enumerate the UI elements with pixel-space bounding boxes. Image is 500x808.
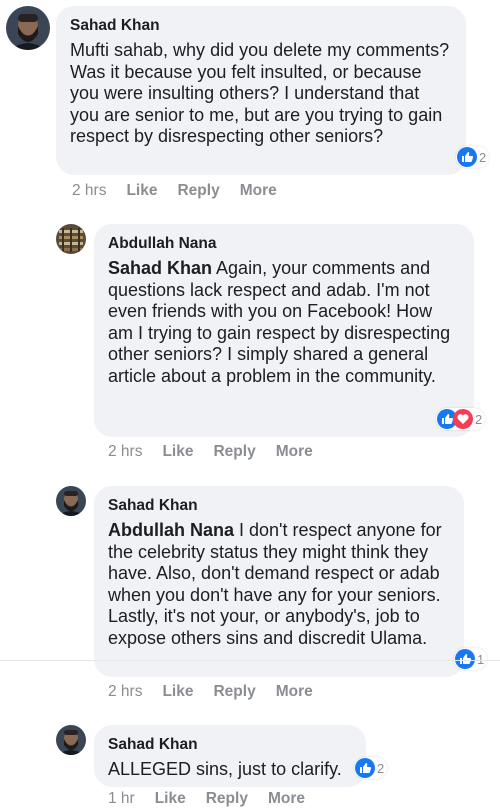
- more-button[interactable]: More: [240, 182, 277, 200]
- like-button[interactable]: Like: [126, 182, 157, 200]
- more-button[interactable]: More: [268, 790, 305, 808]
- more-button[interactable]: More: [276, 443, 313, 461]
- comment-body: Mufti sahab, why did you delete my comme…: [70, 40, 450, 147]
- comment-actions: 2 hrs Like Reply More: [72, 182, 277, 200]
- thumbs-up-icon: [455, 649, 475, 669]
- reaction-summary[interactable]: 1: [454, 648, 488, 670]
- mention-link[interactable]: Sahad Khan: [108, 258, 212, 278]
- like-button[interactable]: Like: [162, 443, 193, 461]
- comment-body: ALLEGED sins, just to clarify.: [108, 759, 342, 779]
- avatar[interactable]: [56, 224, 86, 254]
- divider: [0, 660, 500, 661]
- like-button[interactable]: Like: [155, 790, 186, 808]
- timestamp[interactable]: 2 hrs: [108, 443, 142, 461]
- avatar-photo: [6, 6, 50, 50]
- more-button[interactable]: More: [276, 683, 313, 701]
- comment-bubble: Sahad Khan ALLEGED sins, just to clarify…: [94, 725, 366, 787]
- comment-text: ALLEGED sins, just to clarify.: [108, 759, 352, 781]
- avatar[interactable]: [56, 725, 86, 755]
- comment-bubble: Sahad Khan Abdullah Nana I don't respect…: [94, 486, 464, 677]
- comment-bubble: Sahad Khan Mufti sahab, why did you dele…: [56, 6, 466, 175]
- comment-text: Sahad Khan Again, your comments and ques…: [108, 258, 460, 388]
- reply-button[interactable]: Reply: [206, 790, 248, 808]
- comment-text: Mufti sahab, why did you delete my comme…: [70, 40, 452, 148]
- timestamp[interactable]: 1 hr: [108, 790, 135, 808]
- reaction-count: 2: [479, 149, 487, 165]
- comment-text: Abdullah Nana I don't respect anyone for…: [108, 520, 450, 650]
- reaction-count: 1: [477, 651, 485, 667]
- reaction-count: 2: [475, 411, 483, 427]
- comment-bubble: Abdullah Nana Sahad Khan Again, your com…: [94, 224, 474, 437]
- comment-author[interactable]: Abdullah Nana: [108, 234, 460, 254]
- avatar-photo: [56, 224, 86, 254]
- avatar-photo: [56, 486, 86, 516]
- reaction-summary[interactable]: 2: [436, 408, 486, 430]
- comment-actions: 2 hrs Like Reply More: [108, 683, 313, 701]
- mention-link[interactable]: Abdullah Nana: [108, 520, 234, 540]
- reaction-summary[interactable]: 2: [354, 757, 388, 779]
- like-button[interactable]: Like: [162, 683, 193, 701]
- heart-icon: [453, 409, 473, 429]
- comment-author[interactable]: Sahad Khan: [70, 16, 452, 36]
- timestamp[interactable]: 2 hrs: [108, 683, 142, 701]
- reaction-count: 2: [377, 760, 385, 776]
- reply-button[interactable]: Reply: [213, 683, 255, 701]
- avatar[interactable]: [56, 486, 86, 516]
- thumbs-up-icon: [457, 147, 477, 167]
- comment-actions: 2 hrs Like Reply More: [108, 443, 313, 461]
- avatar[interactable]: [6, 6, 50, 50]
- thumbs-up-icon: [355, 758, 375, 778]
- comment-actions: 1 hr Like Reply More: [108, 790, 305, 808]
- comment-author[interactable]: Sahad Khan: [108, 735, 352, 755]
- reply-button[interactable]: Reply: [213, 443, 255, 461]
- timestamp[interactable]: 2 hrs: [72, 182, 106, 200]
- reaction-summary[interactable]: 2: [456, 146, 490, 168]
- avatar-photo: [56, 725, 86, 755]
- reply-button[interactable]: Reply: [177, 182, 219, 200]
- comment-author[interactable]: Sahad Khan: [108, 496, 450, 516]
